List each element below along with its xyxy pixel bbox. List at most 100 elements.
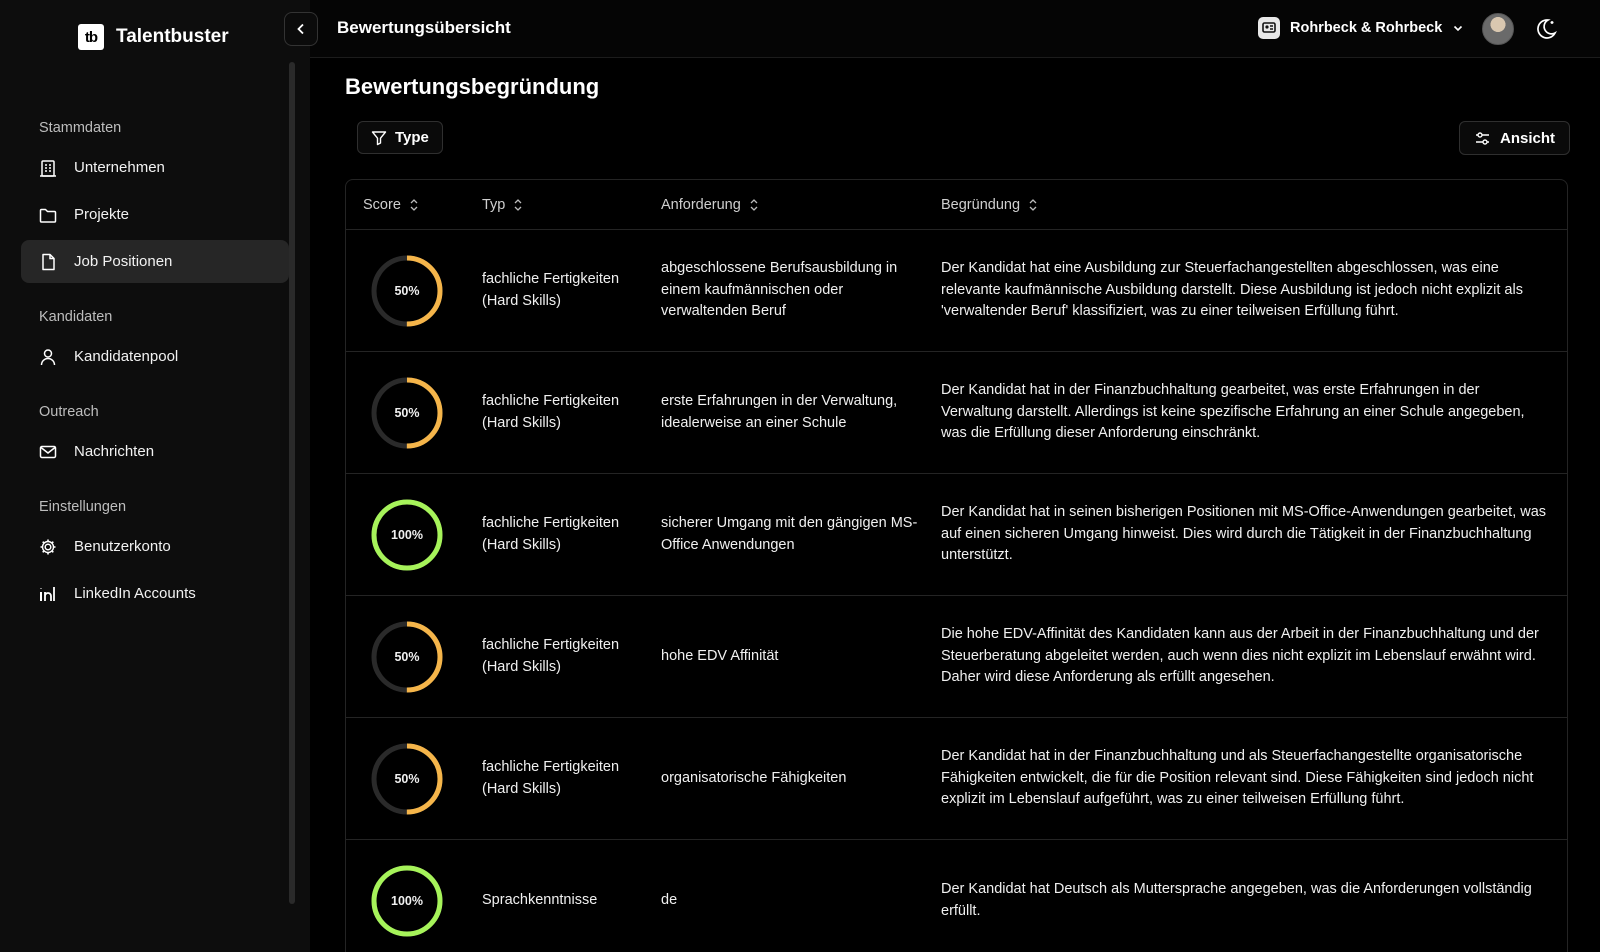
page-header-title: Bewertungsübersicht bbox=[337, 18, 511, 37]
sort-icon[interactable] bbox=[1028, 198, 1038, 212]
column-header-1[interactable]: Score bbox=[346, 197, 466, 213]
sidebar-item-label: LinkedIn Accounts bbox=[74, 585, 196, 602]
table-row[interactable]: 50% fachliche Fertigkeiten (Hard Skills) h… bbox=[346, 596, 1567, 718]
score-label: 50% bbox=[394, 771, 420, 786]
score-label: 50% bbox=[394, 405, 420, 420]
collapse-sidebar-button[interactable] bbox=[284, 12, 318, 46]
sidebar-item-label: Job Positionen bbox=[74, 253, 173, 270]
file-icon bbox=[42, 253, 55, 270]
column-header-label: Typ bbox=[482, 196, 506, 213]
sidebar-item-label: Unternehmen bbox=[74, 159, 165, 176]
score-label: 50% bbox=[394, 283, 420, 298]
column-header-2[interactable]: Typ bbox=[466, 197, 647, 213]
folder-icon bbox=[39, 208, 57, 223]
brand-logo: tb bbox=[78, 24, 104, 50]
nav-section-title: Einstellungen bbox=[39, 499, 127, 515]
sidebar-item-linkedin-accounts[interactable]: LinkedIn Accounts bbox=[21, 572, 289, 615]
justification-cell: Die hohe EDV-Affinität des Kandidaten ka… bbox=[941, 626, 1539, 686]
main-content: Bewertungsbegründung Type Ansicht Score T… bbox=[310, 58, 1600, 952]
justification-cell: Der Kandidat hat eine Ausbildung zur Ste… bbox=[941, 260, 1523, 320]
justification-cell: Der Kandidat hat in seinen bisherigen Po… bbox=[941, 504, 1547, 564]
type-cell: fachliche Fertigkeiten (Hard Skills) bbox=[482, 759, 620, 797]
sidebar-item-label: Benutzerkonto bbox=[74, 538, 171, 555]
user-icon bbox=[40, 348, 56, 365]
table-row[interactable]: 50% fachliche Fertigkeiten (Hard Skills) a… bbox=[346, 230, 1567, 352]
table-row[interactable]: 50% fachliche Fertigkeiten (Hard Skills) e… bbox=[346, 352, 1567, 474]
score-cell: 50% bbox=[346, 620, 466, 694]
score-cell: 50% bbox=[346, 742, 466, 816]
sidebar-item-projekte[interactable]: Projekte bbox=[21, 193, 289, 236]
table-row[interactable]: 100% Sprachkenntnisse de Der Kandidat hat D… bbox=[346, 840, 1567, 952]
type-cell: fachliche Fertigkeiten (Hard Skills) bbox=[482, 515, 620, 553]
sort-icon[interactable] bbox=[749, 198, 759, 212]
sidebar-item-nachrichten[interactable]: Nachrichten bbox=[21, 430, 289, 473]
type-cell: fachliche Fertigkeiten (Hard Skills) bbox=[482, 393, 620, 431]
justification-cell: Der Kandidat hat in der Finanzbuchhaltun… bbox=[941, 748, 1534, 808]
requirement-cell: abgeschlossene Berufsausbildung in einem… bbox=[661, 260, 898, 320]
view-options-button[interactable]: Ansicht bbox=[1459, 121, 1571, 155]
top-header: Bewertungsübersicht Rohrbeck & Rohrbeck bbox=[310, 0, 1600, 58]
nav-section-title: Outreach bbox=[39, 404, 99, 420]
sidebar-item-kandidatenpool[interactable]: Kandidatenpool bbox=[21, 335, 289, 378]
score-cell: 100% bbox=[346, 864, 466, 938]
sidebar-item-unternehmen[interactable]: Unternehmen bbox=[21, 146, 289, 189]
brand-name: Talentbuster bbox=[116, 26, 229, 47]
requirement-cell: sicherer Umgang mit den gängigen MS-Offi… bbox=[661, 515, 918, 553]
column-header-label: Begründung bbox=[941, 196, 1021, 213]
sidebar-item-label: Projekte bbox=[74, 206, 130, 223]
type-cell: fachliche Fertigkeiten (Hard Skills) bbox=[482, 637, 620, 675]
score-ring: 50% bbox=[370, 376, 444, 450]
column-header-3[interactable]: Anforderung bbox=[647, 197, 931, 213]
type-cell: fachliche Fertigkeiten (Hard Skills) bbox=[482, 271, 620, 309]
sidebar-scrollbar[interactable] bbox=[289, 62, 295, 904]
table-row[interactable]: 50% fachliche Fertigkeiten (Hard Skills) o… bbox=[346, 718, 1567, 840]
nav-section-title: Stammdaten bbox=[39, 120, 122, 136]
linkedin-icon bbox=[40, 586, 55, 601]
type-filter-button[interactable]: Type bbox=[357, 121, 443, 154]
score-ring: 50% bbox=[370, 254, 444, 328]
column-header-4[interactable]: Begründung bbox=[931, 197, 1567, 213]
rating-table: Score Typ Anforderung Begründung 50% fachlic… bbox=[345, 179, 1568, 952]
score-ring: 50% bbox=[370, 620, 444, 694]
score-cell: 50% bbox=[346, 376, 466, 450]
type-filter-label: Type bbox=[395, 129, 429, 146]
score-ring: 100% bbox=[370, 864, 444, 938]
gear-icon bbox=[40, 539, 56, 554]
view-options-label: Ansicht bbox=[1500, 129, 1556, 147]
sidebar-item-benutzerkonto[interactable]: Benutzerkonto bbox=[21, 525, 289, 568]
company-selector[interactable]: Rohrbeck & Rohrbeck bbox=[1258, 17, 1464, 39]
column-header-label: Score bbox=[363, 196, 401, 213]
sidebar-item-label: Nachrichten bbox=[74, 443, 155, 460]
filter-icon bbox=[371, 130, 387, 145]
requirement-cell: erste Erfahrungen in der Verwaltung, ide… bbox=[661, 393, 898, 431]
sort-icon[interactable] bbox=[409, 198, 419, 212]
brand[interactable]: tb Talentbuster bbox=[78, 24, 229, 50]
nav-section-title: Kandidaten bbox=[39, 309, 113, 325]
sort-icon[interactable] bbox=[513, 198, 523, 212]
score-label: 100% bbox=[391, 893, 423, 908]
table-body: 50% fachliche Fertigkeiten (Hard Skills) a… bbox=[346, 230, 1567, 952]
chevron-down-icon bbox=[1454, 25, 1463, 32]
sidebar: tb Talentbuster Stammdaten Unternehmen Pro… bbox=[0, 0, 310, 952]
company-icon bbox=[1258, 17, 1280, 39]
sliders-icon bbox=[1476, 131, 1489, 145]
user-avatar[interactable] bbox=[1482, 13, 1514, 45]
company-name: Rohrbeck & Rohrbeck bbox=[1290, 20, 1443, 36]
table-row[interactable]: 100% fachliche Fertigkeiten (Hard Skills)… bbox=[346, 474, 1567, 596]
mail-icon bbox=[39, 445, 57, 458]
score-label: 100% bbox=[391, 527, 423, 542]
sidebar-item-job-positionen[interactable]: Job Positionen bbox=[21, 240, 289, 283]
table-header: Score Typ Anforderung Begründung bbox=[346, 180, 1567, 230]
score-cell: 50% bbox=[346, 254, 466, 328]
column-header-label: Anforderung bbox=[661, 196, 741, 213]
requirement-cell: hohe EDV Affinität bbox=[661, 647, 779, 664]
score-cell: 100% bbox=[346, 498, 466, 572]
requirement-cell: de bbox=[661, 891, 678, 908]
sidebar-nav: Stammdaten Unternehmen Projekte Job Positio… bbox=[21, 110, 289, 619]
type-cell: Sprachkenntnisse bbox=[482, 891, 598, 908]
theme-toggle-icon[interactable] bbox=[1534, 17, 1558, 41]
page-title: Bewertungsbegründung bbox=[345, 74, 600, 99]
